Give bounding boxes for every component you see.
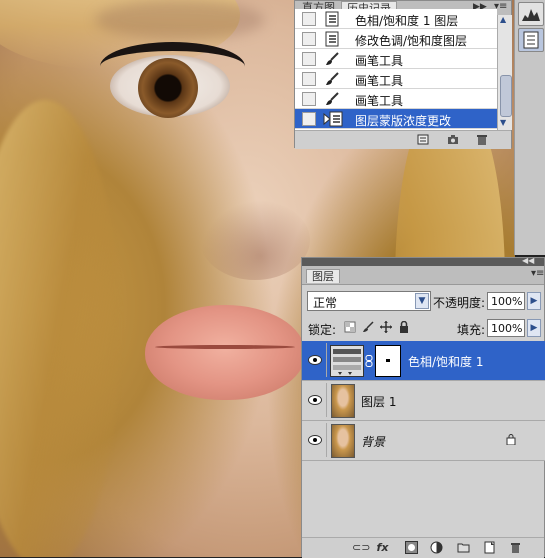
snapshot-source-checkbox[interactable] [302,72,316,86]
visibility-toggle[interactable] [304,423,327,457]
history-item-label: 修改色调/饱和度图层 [355,34,468,48]
trash-icon[interactable] [476,134,488,145]
histogram-icon [522,9,540,21]
fill-input[interactable]: 100% [487,319,525,337]
tab-layers[interactable]: 图层 [306,269,340,283]
trash-icon[interactable] [509,541,522,554]
layer-name: 图层 1 [361,395,397,409]
history-item[interactable]: 画笔工具 [295,69,497,89]
opacity-label: 不透明度: [433,296,486,310]
link-layers-icon[interactable]: ⊂⊃ [352,541,370,554]
scroll-up-icon[interactable]: ▲ [500,15,506,24]
layer-name: 背景 [361,435,386,449]
brow-shadow [95,0,265,40]
opacity-input[interactable]: 100% [487,292,525,310]
lock-icon [506,434,516,445]
lock-position-icon[interactable] [380,321,392,333]
scrollbar-thumb[interactable] [500,75,512,117]
adjustment-layer-icon [325,11,339,27]
adjustment-layer-icon[interactable] [430,541,443,554]
history-item-label: 图层蒙版浓度更改 [355,114,452,128]
layer-row-background[interactable]: 背景 [302,421,545,461]
history-icon [523,31,539,49]
hair-left [0,100,120,557]
history-item[interactable]: 修改色调/饱和度图层 [295,29,497,49]
eye-icon [308,395,322,405]
layer-row-hue-saturation[interactable]: 色相/饱和度 1 [302,341,545,381]
history-list: 色相/饱和度 1 图层 修改色调/饱和度图层 画笔工具 画笔工具 画笔工具 图层… [295,9,497,130]
new-document-from-state-icon[interactable] [417,134,429,145]
brush-icon [326,52,339,65]
new-layer-icon[interactable] [483,541,496,554]
history-panel-button[interactable] [518,28,544,52]
opacity-slider-button[interactable]: ▶ [527,292,541,310]
eye-icon [308,355,322,365]
chain-link-icon[interactable] [365,355,373,367]
snapshot-source-checkbox[interactable] [302,112,316,126]
eyelash [100,42,245,91]
lock-label: 锁定: [308,323,337,337]
snapshot-source-checkbox[interactable] [302,92,316,106]
history-item[interactable]: 画笔工具 [295,89,497,109]
layer-name: 色相/饱和度 1 [408,355,484,369]
hue-saturation-adjustment-icon [330,345,364,377]
camera-snapshot-icon[interactable] [447,134,459,145]
history-footer [295,130,511,149]
panel-menu-icon[interactable]: ▾≡ [531,268,544,279]
layers-footer: ⊂⊃ fx [302,537,544,558]
snapshot-source-checkbox[interactable] [302,12,316,26]
history-item-label: 画笔工具 [355,94,404,108]
history-item-label: 画笔工具 [355,54,404,68]
visibility-toggle[interactable] [304,383,327,417]
histogram-panel-button[interactable] [518,2,544,26]
layer-thumbnail [331,424,355,458]
layers-tabbar: 图层 ▾≡ [302,266,544,285]
history-panel: 直方图 历史记录 ▶▶ ▾≡ 色相/饱和度 1 图层 修改色调/饱和度图层 画笔… [294,0,512,149]
snapshot-source-checkbox[interactable] [302,32,316,46]
adjustment-layer-icon [325,31,339,47]
panel-dock [514,0,545,255]
layer-thumbnail [331,384,355,418]
history-item-label: 画笔工具 [355,74,404,88]
chevron-down-icon: ▼ [415,293,429,309]
history-item-selected[interactable]: 图层蒙版浓度更改 [295,109,497,129]
lock-all-icon[interactable] [398,321,410,333]
fx-icon[interactable]: fx [376,541,389,554]
lock-image-icon[interactable] [362,321,374,333]
lips [145,305,305,400]
layers-panel: ◀◀ 图层 ▾≡ 正常 ▼ 不透明度: 100% ▶ 锁定: 填充: 100% … [301,256,545,558]
add-mask-icon[interactable] [405,541,418,554]
panel-titlebar[interactable]: ◀◀ [302,256,544,266]
history-scrollbar[interactable]: ▲ ▼ [497,15,512,130]
mask-dot [386,359,390,362]
lock-transparent-icon[interactable] [344,321,356,333]
lip-line [155,345,295,349]
history-item[interactable]: 色相/饱和度 1 图层 [295,9,497,29]
brush-icon [326,92,339,105]
collapse-icon[interactable]: ◀◀ [522,256,534,265]
visibility-toggle[interactable] [304,343,327,377]
brush-icon [326,72,339,85]
adjustment-layer-icon [329,111,343,127]
fill-slider-button[interactable]: ▶ [527,319,541,337]
blend-mode-select[interactable]: 正常 ▼ [307,291,431,311]
blend-mode-value: 正常 [313,296,338,310]
new-group-icon[interactable] [457,541,470,554]
snapshot-source-checkbox[interactable] [302,52,316,66]
history-item-label: 色相/饱和度 1 图层 [355,14,459,28]
history-item[interactable]: 画笔工具 [295,49,497,69]
scroll-down-icon[interactable]: ▼ [500,118,506,127]
fill-label: 填充: [457,323,486,337]
layer-mask-thumbnail[interactable] [375,345,401,377]
layer-row-layer1[interactable]: 图层 1 [302,381,545,421]
nose-shadow [200,200,310,280]
eye-icon [308,435,322,445]
